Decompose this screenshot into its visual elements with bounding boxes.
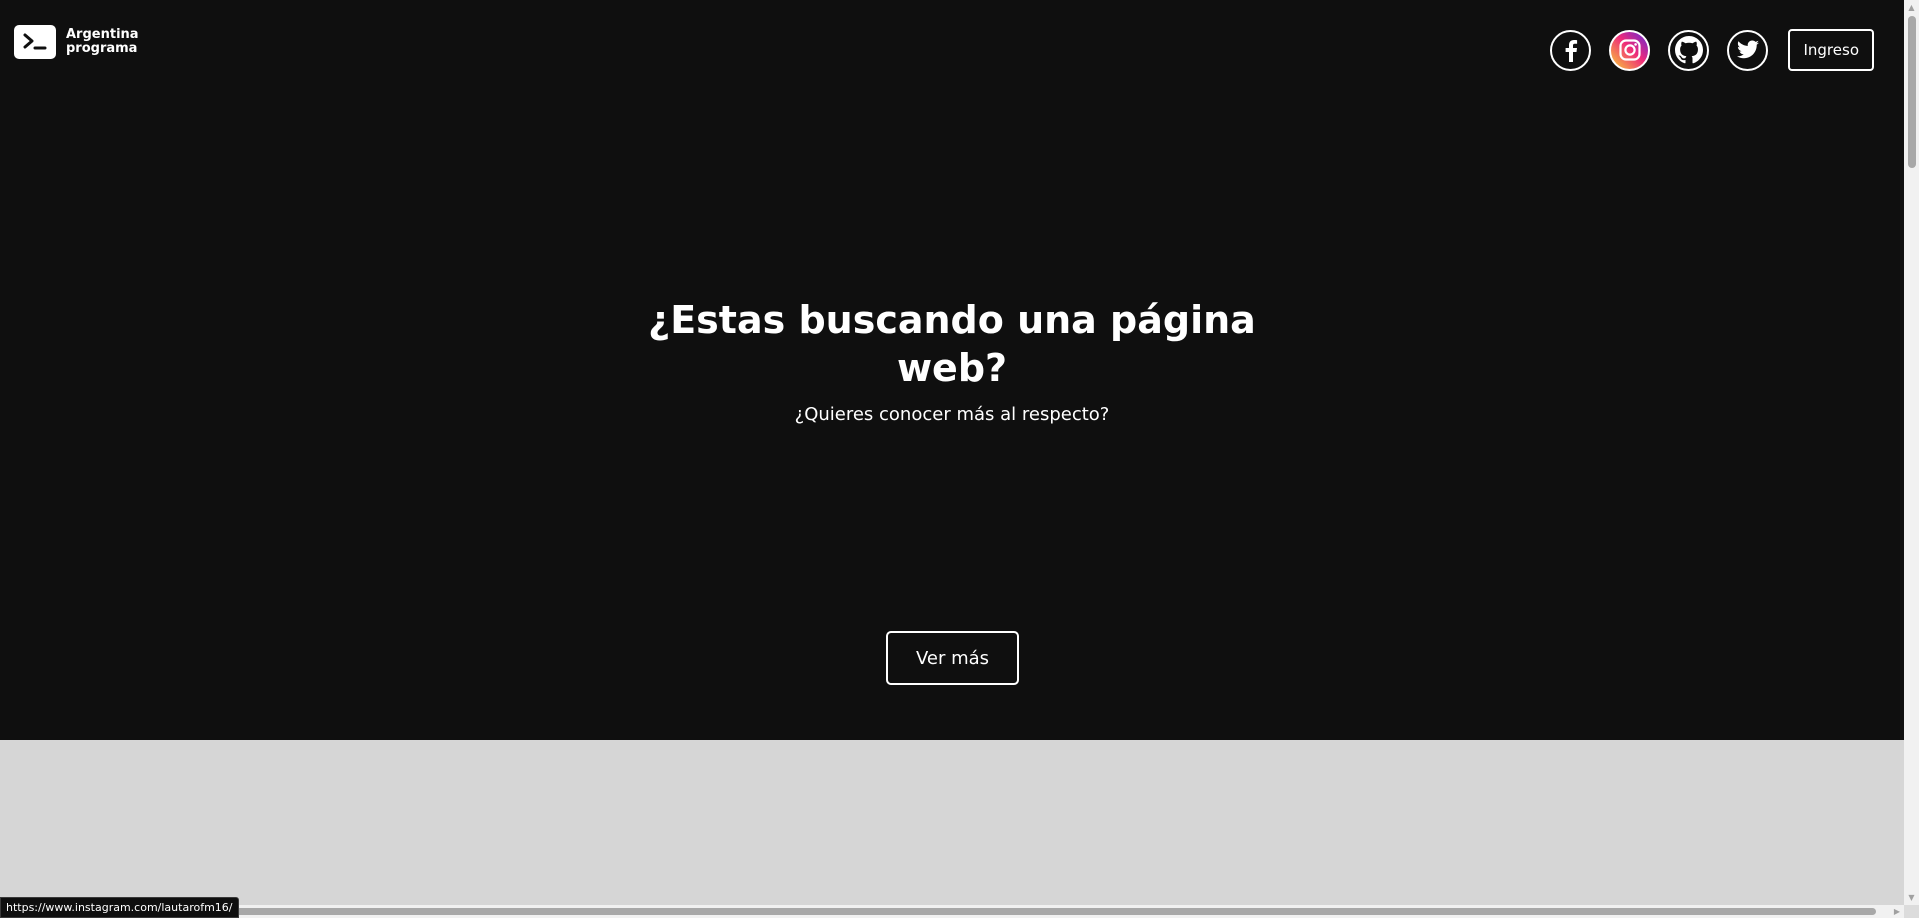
- page: Argentina programa Ingreso ¿Estas buscan…: [0, 0, 1919, 918]
- ver-mas-button[interactable]: Ver más: [886, 631, 1019, 685]
- scroll-down-arrow-icon[interactable]: ▼: [1904, 890, 1919, 905]
- site-logo[interactable]: Argentina programa: [14, 25, 139, 59]
- github-link[interactable]: [1668, 29, 1710, 71]
- next-section: [0, 740, 1904, 905]
- status-bar-url: https://www.instagram.com/lautarofm16/: [0, 897, 239, 918]
- login-button[interactable]: Ingreso: [1788, 29, 1874, 71]
- hero-title-line-2: web?: [896, 346, 1008, 390]
- facebook-link[interactable]: [1550, 29, 1592, 71]
- hero-title-line-1: ¿Estas buscando una página: [648, 298, 1256, 342]
- hero-section: Argentina programa Ingreso ¿Estas buscan…: [0, 0, 1904, 740]
- facebook-icon: [1558, 37, 1584, 63]
- hero-title: ¿Estas buscando una página web?: [0, 296, 1904, 392]
- scrollbar-corner: [1904, 905, 1919, 918]
- scroll-right-arrow-icon[interactable]: ▶: [1890, 905, 1904, 918]
- horizontal-scroll-thumb[interactable]: [14, 908, 1876, 915]
- instagram-icon: [1617, 37, 1643, 63]
- logo-text: Argentina programa: [66, 28, 139, 56]
- hero-subtitle: ¿Quieres conocer más al respecto?: [794, 404, 1110, 425]
- scroll-up-arrow-icon[interactable]: ▲: [1904, 0, 1919, 15]
- vertical-scrollbar[interactable]: ▲ ▼: [1904, 0, 1919, 905]
- terminal-prompt-icon: [14, 25, 56, 59]
- header-nav: Ingreso: [1550, 29, 1874, 71]
- vertical-scroll-thumb[interactable]: [1908, 16, 1916, 168]
- logo-line-2: programa: [66, 41, 138, 56]
- instagram-link[interactable]: [1609, 29, 1651, 71]
- logo-line-1: Argentina: [66, 27, 139, 42]
- github-icon: [1674, 36, 1703, 64]
- twitter-link[interactable]: [1727, 29, 1769, 71]
- twitter-icon: [1736, 38, 1760, 62]
- horizontal-scrollbar[interactable]: ◀ ▶: [0, 905, 1904, 918]
